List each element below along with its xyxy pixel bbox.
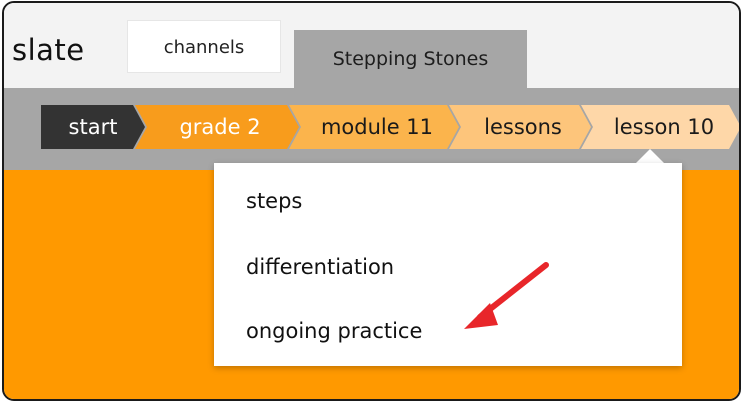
top-bar: slate channels Stepping Stones — [4, 3, 739, 88]
app-title: slate — [12, 33, 85, 67]
breadcrumb-bar: start grade 2 module 11 lessons lesson 1… — [4, 88, 739, 170]
breadcrumb-lesson[interactable]: lesson 10 — [581, 105, 741, 149]
breadcrumb-grade[interactable]: grade 2 — [135, 105, 299, 149]
menu-item-differentiation[interactable]: differentiation — [246, 255, 394, 279]
menu-item-ongoing-practice[interactable]: ongoing practice — [246, 319, 422, 343]
breadcrumb-start[interactable]: start — [41, 105, 145, 149]
red-arrow-icon — [464, 262, 549, 329]
app-window: slate channels Stepping Stones start gra… — [2, 1, 741, 401]
breadcrumb-lessons[interactable]: lessons — [449, 105, 591, 149]
tab-stepping-stones[interactable]: Stepping Stones — [294, 30, 527, 88]
tab-channels[interactable]: channels — [127, 20, 281, 73]
lesson-dropdown-menu: steps differentiation ongoing practice — [214, 163, 682, 366]
menu-item-steps[interactable]: steps — [246, 189, 302, 213]
breadcrumb-module[interactable]: module 11 — [289, 105, 459, 149]
dropdown-caret — [636, 149, 664, 163]
